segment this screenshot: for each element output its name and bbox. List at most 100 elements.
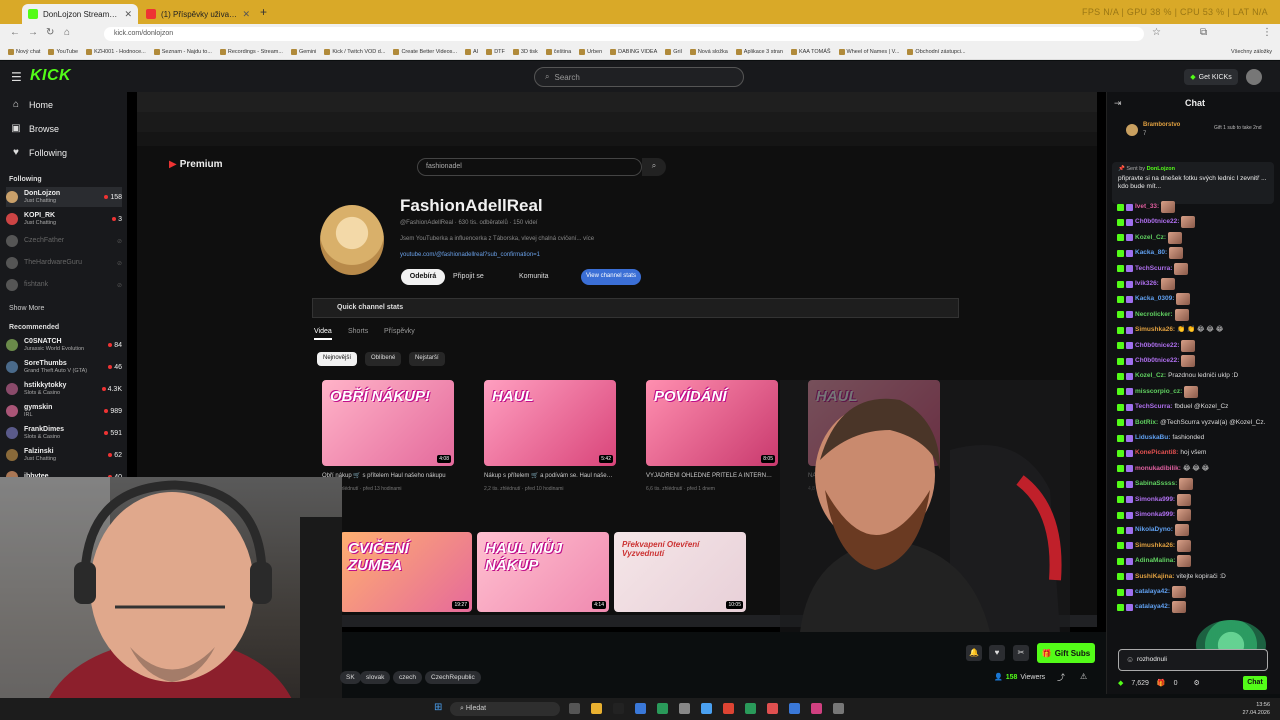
chat-username[interactable]: TechScurra: bbox=[1135, 400, 1172, 414]
xbox-icon[interactable] bbox=[635, 703, 646, 714]
chat-username[interactable]: SabinaSssss: bbox=[1135, 477, 1177, 491]
bookmark-item[interactable]: Nový chat bbox=[8, 48, 40, 55]
chat-username[interactable]: Ivik326: bbox=[1135, 277, 1159, 291]
bookmark-item[interactable]: čeština bbox=[545, 48, 571, 55]
extensions-icon[interactable]: ⧉ bbox=[1200, 27, 1207, 38]
hamburger-menu-icon[interactable]: ☰ bbox=[11, 70, 22, 84]
system-clock[interactable]: 13:56 27.04.2026 bbox=[1226, 701, 1270, 717]
show-more-link[interactable]: Show More bbox=[9, 305, 44, 312]
clip-button[interactable]: ✂ bbox=[1013, 645, 1029, 661]
browser-tab-active[interactable]: DonLojzon Streams - Watch ... ✕ bbox=[22, 4, 138, 24]
game-icon[interactable] bbox=[745, 703, 756, 714]
tag-czechrepublic[interactable]: CzechRepublic bbox=[425, 671, 481, 684]
discord-icon[interactable] bbox=[811, 703, 822, 714]
tag-czech[interactable]: czech bbox=[393, 671, 422, 684]
chat-username[interactable]: SushiKajina: bbox=[1135, 570, 1174, 584]
gift-subs-button[interactable]: 🎁 Gift Subs bbox=[1037, 643, 1095, 663]
bookmark-item[interactable]: KAA TOMÁŠ bbox=[790, 48, 831, 55]
sidebar-channel[interactable]: FrankDimes Slots & Casino 591 bbox=[6, 423, 122, 443]
back-icon[interactable]: ← bbox=[10, 27, 20, 38]
close-tab-icon[interactable]: ✕ bbox=[124, 9, 132, 20]
chat-username[interactable]: Simushka26: bbox=[1135, 539, 1175, 553]
sidebar-nav-following[interactable]: ♥ Following bbox=[11, 147, 67, 158]
chat-username[interactable]: Simonka999: bbox=[1135, 508, 1175, 522]
bookmark-item[interactable]: Recordings - Stream... bbox=[219, 48, 283, 55]
bookmark-star-icon[interactable]: ☆ bbox=[1152, 27, 1161, 38]
chat-username[interactable]: catalaya42: bbox=[1135, 585, 1170, 599]
bookmark-item[interactable]: Wheel of Names | V... bbox=[838, 48, 899, 55]
recorder-icon[interactable] bbox=[767, 703, 778, 714]
browser-tab[interactable]: (1) Příspěvky uživatele FatDad... ✕ bbox=[140, 4, 256, 24]
sidebar-channel[interactable]: TheHardwareGuru ⊘ bbox=[6, 253, 122, 273]
get-kicks-button[interactable]: ◆ Get KICKs bbox=[1184, 69, 1238, 85]
bookmark-item[interactable]: Aplikace 3 stran bbox=[735, 48, 783, 55]
file-explorer-icon[interactable] bbox=[591, 703, 602, 714]
gift-leaderboard[interactable]: Bramborstvo 7 Gift 1 sub to take 2nd bbox=[1118, 119, 1266, 143]
reload-icon[interactable]: ↻ bbox=[46, 27, 54, 38]
notification-bell-button[interactable]: 🔔 bbox=[966, 645, 982, 661]
share-icon[interactable]: ⤴ bbox=[1057, 672, 1065, 683]
tag-sk[interactable]: SK bbox=[340, 671, 361, 684]
sidebar-nav-home[interactable]: ⌂ Home bbox=[11, 99, 53, 110]
chat-username[interactable]: monukadibilik: bbox=[1135, 462, 1181, 476]
search-input[interactable]: ⌕ Search bbox=[534, 67, 744, 87]
bookmark-item[interactable]: Gril bbox=[665, 48, 682, 55]
steam-icon[interactable] bbox=[657, 703, 668, 714]
chat-username[interactable]: TechScurra: bbox=[1135, 262, 1172, 276]
kick-logo[interactable]: KICK bbox=[30, 67, 71, 85]
sidebar-channel[interactable]: C0SNATCH Jurassic World Evolution 84 bbox=[6, 335, 122, 355]
collapse-chat-icon[interactable]: ⇥ bbox=[1114, 98, 1122, 109]
url-field[interactable]: kick.com/donlojzon bbox=[104, 27, 1144, 41]
user-avatar[interactable] bbox=[1246, 69, 1262, 85]
sidebar-channel[interactable]: Falzinski Just Chatting 62 bbox=[6, 445, 122, 465]
chat-username[interactable]: Ch0b0tnice22: bbox=[1135, 354, 1179, 368]
bookmark-item[interactable]: YouTube bbox=[48, 48, 78, 55]
chat-username[interactable]: Kacka_0309: bbox=[1135, 292, 1174, 306]
chat-username[interactable]: misscorpio_cz: bbox=[1135, 385, 1182, 399]
bookmark-item[interactable]: Obchodní zástupci... bbox=[907, 48, 966, 55]
chat-input[interactable]: rozhodnuli bbox=[1118, 649, 1268, 671]
sidebar-channel[interactable]: gymskin IRL 989 bbox=[6, 401, 122, 421]
chrome-icon[interactable] bbox=[679, 703, 690, 714]
bookmark-item[interactable]: 3D tisk bbox=[512, 48, 538, 55]
chat-username[interactable]: Simushka26: bbox=[1135, 323, 1175, 337]
tag-slovak[interactable]: slovak bbox=[360, 671, 391, 684]
bookmark-item[interactable]: Seznam - Najdu to... bbox=[153, 48, 212, 55]
chat-username[interactable]: LiduskaBu: bbox=[1135, 431, 1170, 445]
bookmark-item[interactable]: Kick / Twitch VOD d... bbox=[324, 48, 385, 55]
bookmark-item[interactable]: DTF bbox=[486, 48, 505, 55]
chat-username[interactable]: Ivet_33: bbox=[1135, 200, 1159, 214]
chat-username[interactable]: Ch0b0tnice22: bbox=[1135, 215, 1179, 229]
start-menu-icon[interactable]: ⊞ bbox=[434, 702, 442, 713]
sidebar-nav-browse[interactable]: ▣ Browse bbox=[11, 123, 59, 134]
emoji-icon[interactable]: ☺ bbox=[1126, 655, 1134, 664]
report-icon[interactable]: ⚠ bbox=[1080, 672, 1087, 681]
chat-send-button[interactable]: Chat bbox=[1243, 676, 1267, 690]
tiktok-icon[interactable] bbox=[613, 703, 624, 714]
bookmark-item[interactable]: KZH001 - Hodnoce... bbox=[86, 48, 146, 55]
chat-username[interactable]: BotRix: bbox=[1135, 416, 1158, 430]
chat-username[interactable]: Simonka999: bbox=[1135, 493, 1175, 507]
chat-username[interactable]: NikolaDyno: bbox=[1135, 523, 1173, 537]
bookmark-item[interactable]: DABING VIDEA bbox=[610, 48, 657, 55]
menu-icon[interactable]: ⋮ bbox=[1262, 27, 1272, 38]
bookmark-item[interactable]: Urben bbox=[579, 48, 602, 55]
home-browser-icon[interactable]: ⌂ bbox=[64, 27, 70, 38]
chat-username[interactable]: Kozel_Cz: bbox=[1135, 231, 1166, 245]
chat-username[interactable]: Kacka_80: bbox=[1135, 246, 1167, 260]
sidebar-channel[interactable]: KOPI_RK Just Chatting 3 bbox=[6, 209, 122, 229]
new-tab-button[interactable]: + bbox=[260, 5, 267, 19]
bookmark-item[interactable]: AI bbox=[465, 48, 478, 55]
sidebar-channel[interactable]: DonLojzon Just Chatting 158 bbox=[6, 187, 122, 207]
bookmark-item[interactable]: Create Better Videos... bbox=[393, 48, 457, 55]
chat-username[interactable]: Kozel_Cz: bbox=[1135, 369, 1166, 383]
sidebar-channel[interactable]: SoreThumbs Grand Theft Auto V (GTA) 46 bbox=[6, 357, 122, 377]
edge-icon[interactable] bbox=[701, 703, 712, 714]
opera-icon[interactable] bbox=[723, 703, 734, 714]
chat-username[interactable]: catalaya42: bbox=[1135, 600, 1170, 614]
taskbar-search[interactable]: ⌕ Hledat bbox=[450, 702, 560, 716]
settings-icon[interactable]: ⚙ bbox=[1194, 679, 1200, 687]
chat-username[interactable]: Necrolicker: bbox=[1135, 308, 1173, 322]
all-bookmarks[interactable]: Všechny záložky bbox=[1231, 49, 1280, 55]
chat-username[interactable]: KonePicanti8: bbox=[1135, 446, 1178, 460]
